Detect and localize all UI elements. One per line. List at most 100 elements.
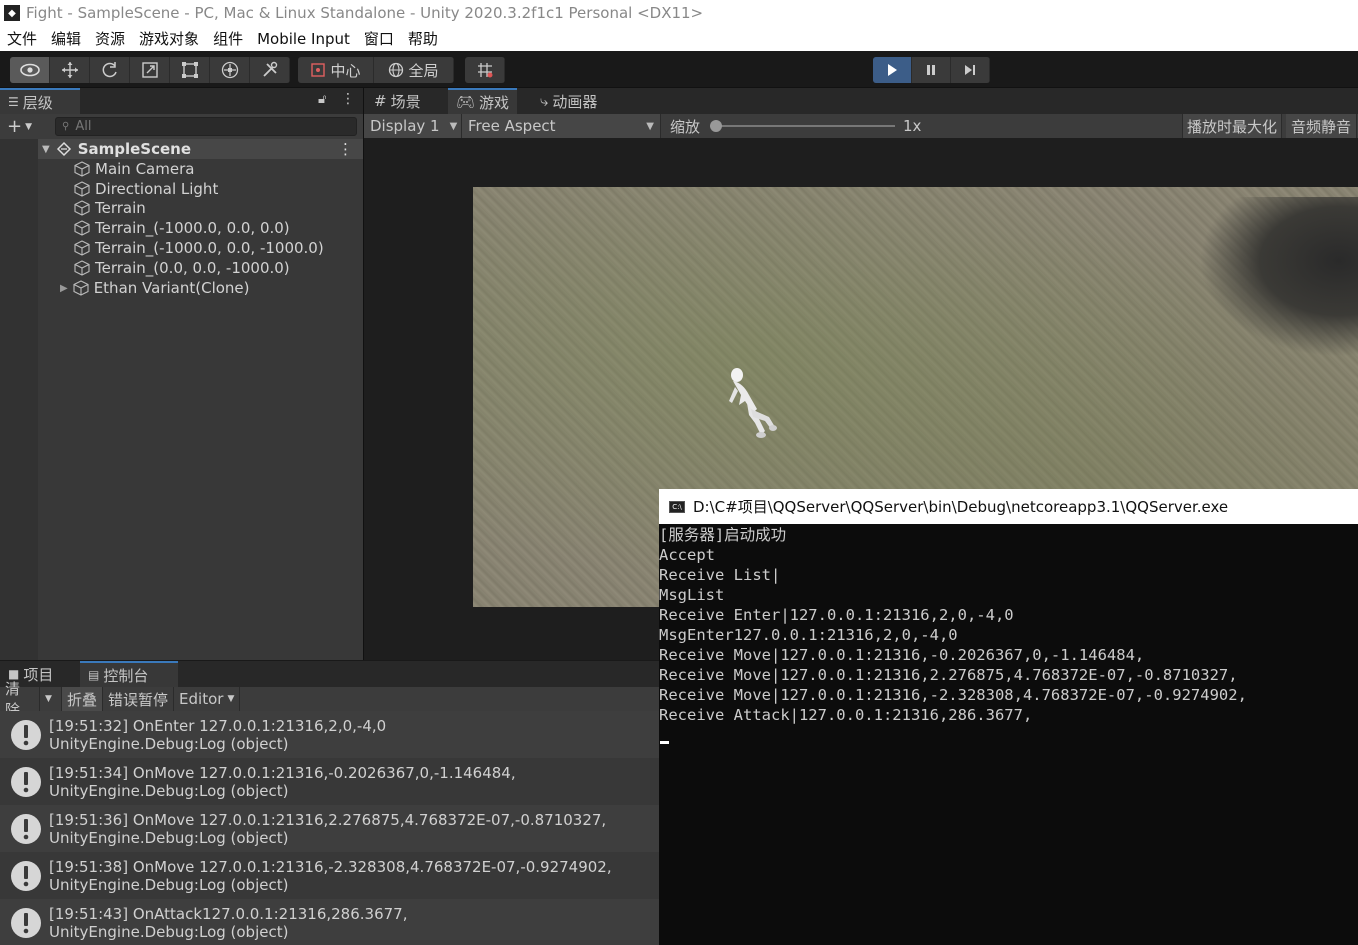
expand-arrow-icon[interactable]: ▶ [60, 283, 68, 294]
global-label: 全局 [408, 61, 439, 80]
play-button-icon[interactable] [873, 57, 912, 83]
log-entry[interactable]: [19:51:32] OnEnter 127.0.0.1:21316,2,0,-… [0, 711, 659, 758]
maximize-label: 播放时最大化 [1187, 117, 1278, 136]
log-entry[interactable]: [19:51:34] OnMove 127.0.0.1:21316,-0.202… [0, 758, 659, 805]
scene-row[interactable]: ▼ SampleScene ⋮ [38, 139, 363, 159]
grid-snapping-icon[interactable] [465, 57, 505, 83]
log-text: [19:51:43] OnAttack127.0.0.1:21316,286.3… [49, 905, 407, 941]
tab-hierarchy[interactable]: ☰ 层级 [0, 88, 80, 114]
unity-scene-icon [56, 141, 71, 157]
log-entry[interactable]: [19:51:38] OnMove 127.0.0.1:21316,-2.328… [0, 852, 659, 899]
scale-slider-track[interactable] [715, 125, 895, 127]
cmd-line: MsgList [659, 586, 725, 604]
tab-animator[interactable]: ⤷ 动画器 [532, 88, 605, 114]
log-message: [19:51:36] OnMove 127.0.0.1:21316,2.2768… [49, 810, 607, 829]
chevron-down-icon: ▼ [646, 120, 654, 132]
hierarchy-item-label: Main Camera [95, 160, 195, 178]
hierarchy-item[interactable]: Terrain_(-1000.0, 0.0, 0.0) [74, 218, 290, 238]
scene-kebab-icon[interactable]: ⋮ [338, 140, 353, 158]
cmd-line: Receive Move|127.0.0.1:21316,-0.2026367,… [659, 646, 1145, 664]
chevron-down-icon: ▼ [449, 120, 458, 132]
hierarchy-item[interactable]: Terrain_(-1000.0, 0.0, -1000.0) [74, 238, 324, 258]
clear-button[interactable]: 清除 [0, 680, 40, 719]
maximize-on-play-toggle[interactable]: 播放时最大化 [1182, 114, 1283, 138]
step-button-icon[interactable] [951, 57, 990, 83]
rect-tool-icon[interactable] [170, 57, 210, 83]
tab-console[interactable]: ▤ 控制台 [80, 661, 178, 687]
scale-slider-knob[interactable] [710, 120, 722, 132]
pivot-tools: 中心 全局 [298, 57, 454, 83]
pivot-center-button[interactable]: 中心 [298, 57, 374, 83]
tab-scene[interactable]: # 场景 [366, 88, 429, 114]
cmd-line: Receive List| [659, 566, 781, 584]
tab-game[interactable]: 🎮︎ 游戏 [448, 88, 518, 114]
transform-tool-icon[interactable] [210, 57, 250, 83]
log-text: [19:51:38] OnMove 127.0.0.1:21316,-2.328… [49, 858, 612, 894]
custom-tools-icon[interactable] [250, 57, 290, 83]
search-placeholder: All [75, 119, 92, 134]
aspect-value: Free Aspect [468, 117, 556, 135]
scale-tool-icon[interactable] [130, 57, 170, 83]
menu-edit[interactable]: 编辑 [51, 28, 81, 49]
menu-assets[interactable]: 资源 [95, 28, 125, 49]
hierarchy-tabbar: ☰ 层级 🔓︎ ⋮ [0, 88, 363, 114]
gameobject-cube-icon [74, 240, 90, 256]
console-icon: ▤ [88, 668, 100, 682]
move-tool-icon[interactable] [50, 57, 90, 83]
cmd-output: [服务器]启动成功 Accept Receive List| MsgList R… [659, 525, 1358, 744]
view-tool-eye-icon[interactable] [10, 57, 50, 83]
hierarchy-item[interactable]: Directional Light [74, 179, 218, 199]
rotate-tool-icon[interactable] [90, 57, 130, 83]
playmode-controls [873, 57, 990, 83]
mute-label: 音频静音 [1291, 117, 1352, 136]
log-stacktrace: UnityEngine.Debug:Log (object) [49, 875, 289, 894]
expand-arrow-icon[interactable]: ▼ [42, 144, 50, 155]
menu-window[interactable]: 窗口 [364, 28, 394, 49]
hierarchy-item[interactable]: Terrain [74, 198, 146, 218]
log-message: [19:51:34] OnMove 127.0.0.1:21316,-0.202… [49, 763, 516, 782]
main-toolbar: 中心 全局 [0, 51, 1358, 88]
hierarchy-tab-label: 层级 [22, 93, 53, 112]
hierarchy-item[interactable]: Main Camera [74, 159, 194, 179]
hierarchy-item[interactable]: ▶ Ethan Variant(Clone) [60, 278, 250, 298]
menu-file[interactable]: 文件 [7, 28, 37, 49]
hierarchy-item[interactable]: Terrain_(0.0, 0.0, -1000.0) [74, 258, 290, 278]
gameobject-cube-icon [74, 260, 90, 276]
hierarchy-tree: ▼ SampleScene ⋮ Main Camera Directional … [0, 139, 363, 660]
player-character-figure [729, 368, 777, 438]
pause-button-icon[interactable] [912, 57, 951, 83]
add-plus-icon[interactable]: + [7, 116, 22, 137]
mute-audio-toggle[interactable]: 音频静音 [1286, 114, 1358, 138]
cmd-title-bar[interactable]: C:\ D:\C#项目\QQServer\QQServer\bin\Debug\… [659, 489, 1358, 524]
display-dropdown[interactable]: Display 1 ▼ [364, 114, 462, 138]
collapse-button[interactable]: 折叠 [62, 687, 104, 711]
info-message-icon [11, 907, 41, 938]
aspect-dropdown[interactable]: Free Aspect ▼ [462, 114, 661, 138]
tab-console-label: 控制台 [103, 666, 149, 685]
global-local-button[interactable]: 全局 [374, 57, 454, 83]
hierarchy-search-input[interactable]: ⚲ All [55, 117, 357, 136]
log-entry[interactable]: [19:51:36] OnMove 127.0.0.1:21316,2.2768… [0, 805, 659, 852]
hierarchy-item-label: Directional Light [95, 180, 219, 198]
kebab-menu-icon[interactable]: ⋮ [341, 91, 355, 107]
gameobject-cube-icon [74, 220, 90, 236]
log-entry[interactable]: [19:51:43] OnAttack127.0.0.1:21316,286.3… [0, 899, 659, 945]
add-dropdown-icon[interactable]: ▼ [25, 122, 32, 132]
log-message: [19:51:32] OnEnter 127.0.0.1:21316,2,0,-… [49, 716, 387, 735]
cmd-icon: C:\ [669, 500, 685, 513]
console-panel: ■ 项目 ▤ 控制台 清除 ▼ 折叠 错误暂停 Editor ▼ [19:51:… [0, 660, 659, 945]
menu-help[interactable]: 帮助 [408, 28, 438, 49]
lock-icon[interactable]: 🔓︎ [318, 92, 326, 107]
menu-mobile-input[interactable]: Mobile Input [257, 30, 350, 48]
clear-options-dropdown[interactable]: ▼ [40, 687, 62, 711]
globe-icon [389, 62, 404, 78]
menu-gameobject[interactable]: 游戏对象 [139, 28, 199, 49]
hierarchy-list-icon: ☰ [8, 95, 19, 109]
animator-icon: ⤷ [540, 92, 549, 110]
editor-dropdown[interactable]: Editor ▼ [174, 687, 241, 711]
menu-component[interactable]: 组件 [213, 28, 243, 49]
error-pause-button[interactable]: 错误暂停 [103, 687, 175, 711]
server-console-window: C:\ D:\C#项目\QQServer\QQServer\bin\Debug\… [659, 489, 1358, 945]
window-title: Fight - SampleScene - PC, Mac & Linux St… [26, 4, 704, 22]
cmd-line: Receive Enter|127.0.0.1:21316,2,0,-4,0 [659, 606, 1014, 624]
